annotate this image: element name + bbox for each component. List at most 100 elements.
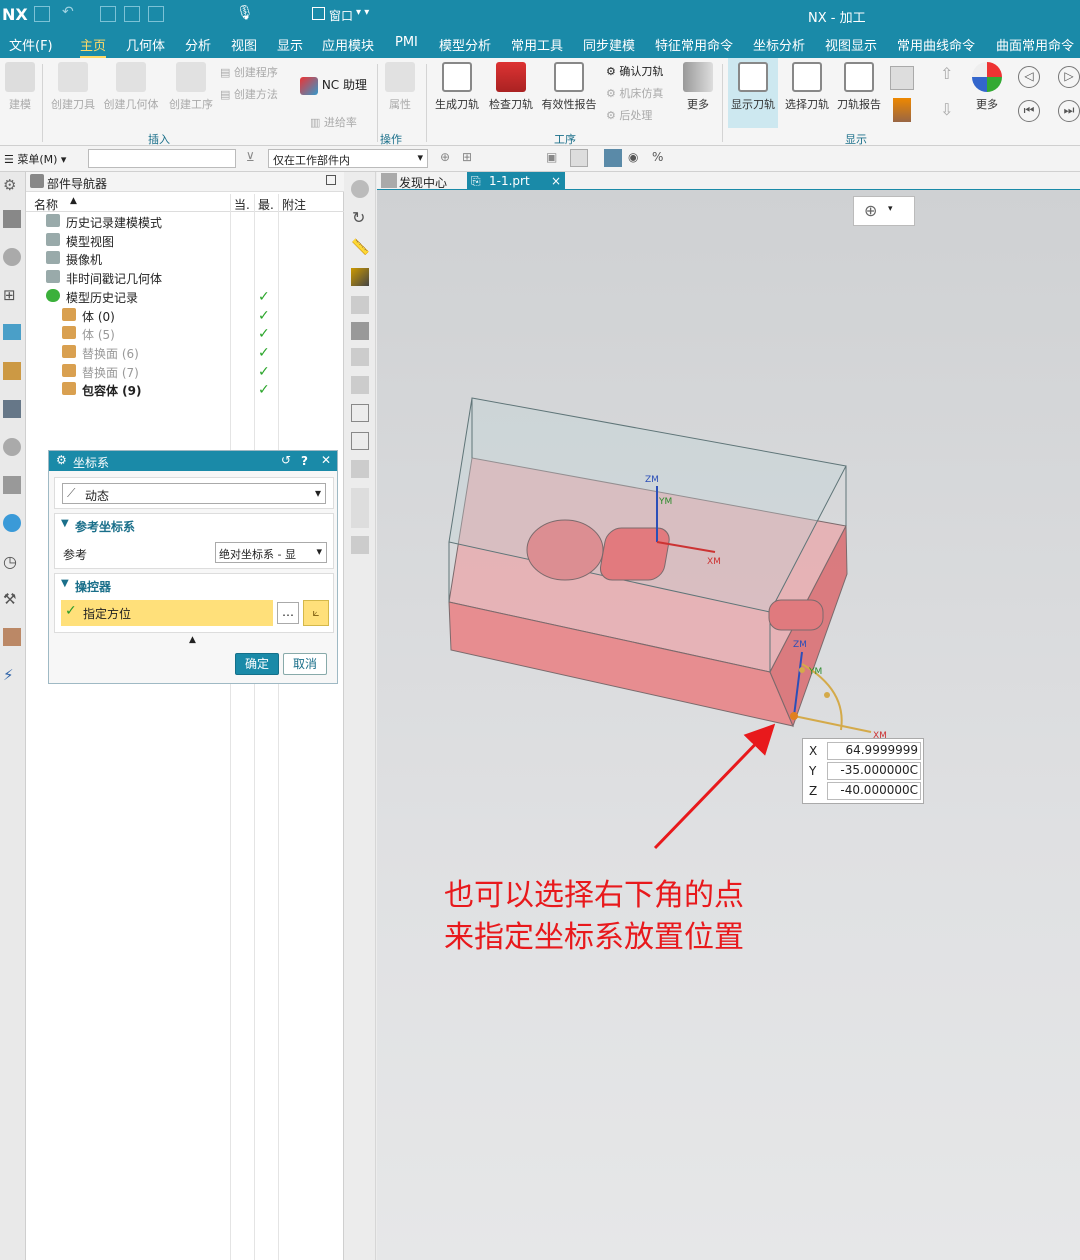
reset-icon[interactable]: ↺ <box>281 453 291 467</box>
path-report-button[interactable]: 刀轨报告 <box>834 62 884 112</box>
history-icon[interactable]: ◷ <box>3 552 17 571</box>
list-strip-icon[interactable] <box>351 488 369 528</box>
tree-node[interactable]: 模型历史记录 ✓ <box>26 287 336 306</box>
feature-icon[interactable] <box>351 296 369 314</box>
menu-model-analysis[interactable]: 模型分析 <box>439 35 491 54</box>
menu-home[interactable]: 主页 <box>80 35 107 58</box>
ref-section-title[interactable]: 参考坐标系 <box>75 518 135 535</box>
col-current[interactable]: 当. <box>234 196 250 213</box>
path-list-icon[interactable] <box>351 432 369 450</box>
path-icon[interactable] <box>351 404 369 422</box>
assembly-icon[interactable] <box>3 248 21 266</box>
menu-application[interactable]: 应用模块 <box>322 35 374 54</box>
previous-icon[interactable]: ◁ <box>1018 66 1040 88</box>
tree-icon[interactable] <box>3 400 21 418</box>
coord-x-input[interactable]: 64.9999999 <box>827 742 921 760</box>
menu-button[interactable]: ☰ 菜单(M) ▾ <box>4 151 66 167</box>
filter-icon[interactable]: ⊻ <box>246 150 255 164</box>
save-icon[interactable] <box>34 6 50 22</box>
measure-icon[interactable]: 📏 <box>351 238 370 256</box>
cube-icon[interactable]: ▣ <box>546 150 557 164</box>
help-icon[interactable]: ? <box>301 454 308 468</box>
menu-curve-commands[interactable]: 常用曲线命令 <box>897 35 975 54</box>
tree-node[interactable]: 模型视图 <box>26 231 336 250</box>
roles-icon[interactable] <box>3 476 21 494</box>
manip-section-title[interactable]: 操控器 <box>75 578 111 595</box>
menu-feature-commands[interactable]: 特征常用命令 <box>655 35 733 54</box>
tab-part-file[interactable]: ⎘ 1-1.prt × <box>467 172 565 191</box>
menu-analysis[interactable]: 分析 <box>185 35 211 54</box>
col-note[interactable]: 附注 <box>282 196 306 213</box>
tab-discovery[interactable]: 发现中心 <box>399 174 447 191</box>
tools-icon[interactable]: ⚒ <box>3 590 16 608</box>
tool-display-icon[interactable] <box>893 98 911 122</box>
snap-icon[interactable]: ⊕ <box>440 150 450 164</box>
sphere-icon[interactable] <box>3 438 21 456</box>
build-button[interactable]: 建模 <box>2 62 38 112</box>
tab-close-icon[interactable]: × <box>551 174 561 188</box>
first-icon[interactable]: ⏮ <box>1018 100 1040 122</box>
dialog-close-icon[interactable]: ✕ <box>321 453 331 467</box>
select-path-button[interactable]: 选择刀轨 <box>782 62 832 112</box>
menu-geometry[interactable]: 几何体 <box>126 35 165 54</box>
display-option-icon[interactable] <box>890 66 914 90</box>
feed-rate-button[interactable]: ▥ 进给率 <box>310 114 357 130</box>
report-icon[interactable] <box>351 536 369 554</box>
transform-icon[interactable] <box>351 460 369 478</box>
ref-section-toggle-icon[interactable]: ▼ <box>61 518 69 529</box>
wizard-icon[interactable]: ⚡ <box>3 666 14 684</box>
copy-object-icon[interactable] <box>351 348 369 366</box>
menu-common-tools[interactable]: 常用工具 <box>511 35 563 54</box>
web-icon[interactable] <box>3 514 21 532</box>
postprocess-button[interactable]: ⚙ 后处理 <box>606 107 652 123</box>
cut-icon[interactable] <box>100 6 116 22</box>
nc-assist-button[interactable]: NC 助理 <box>300 76 367 95</box>
arrow-up-icon[interactable]: ⇧ <box>940 64 953 83</box>
copy-icon[interactable] <box>124 6 140 22</box>
machine-icon[interactable] <box>3 628 21 646</box>
show-path-button[interactable]: 显示刀轨 <box>728 58 778 128</box>
point-dialog-icon[interactable]: … <box>277 602 299 624</box>
tree-node[interactable]: 体 (0) ✓ <box>26 306 336 325</box>
csys-dialog-icon[interactable]: ⟀ <box>303 600 329 626</box>
col-name[interactable]: 名称 <box>34 196 58 213</box>
layer-icon[interactable] <box>351 322 369 340</box>
attributes-button[interactable]: 属性 <box>382 62 418 112</box>
undo-icon[interactable]: ↶ <box>62 4 74 20</box>
percent-icon[interactable]: % <box>652 150 663 164</box>
tree-node[interactable]: 包容体 (9) ✓ <box>26 380 336 399</box>
specify-orientation-row[interactable]: ✓ 指定方位 <box>61 600 273 626</box>
create-method-button[interactable]: ▤ 创建方法 <box>220 86 278 102</box>
machine-sim-button[interactable]: ⚙ 机床仿真 <box>606 85 663 101</box>
tree-node[interactable]: 替换面 (6) ✓ <box>26 343 336 362</box>
tree-node[interactable]: 体 (5) ✓ <box>26 324 336 343</box>
maximize-icon[interactable] <box>326 175 336 185</box>
select-icon[interactable]: ⊞ <box>462 150 472 164</box>
settings-icon[interactable]: ⚙ <box>3 176 16 194</box>
tree-node[interactable]: 摄像机 <box>26 249 336 268</box>
col-latest[interactable]: 最. <box>258 196 274 213</box>
arrow-down-icon[interactable]: ⇩ <box>940 100 953 119</box>
menu-sync-modeling[interactable]: 同步建模 <box>583 35 635 54</box>
generate-path-button[interactable]: 生成刀轨 <box>432 62 482 112</box>
coord-z-input[interactable]: -40.000000C <box>827 782 921 800</box>
last-icon[interactable]: ⏭ <box>1058 100 1080 122</box>
sphere-select-icon[interactable] <box>351 180 369 198</box>
manip-section-toggle-icon[interactable]: ▼ <box>61 578 69 589</box>
tool-library-icon[interactable] <box>3 362 21 380</box>
menu-surface-commands[interactable]: 曲面常用命令 <box>996 35 1074 54</box>
ref-csys-select[interactable]: 绝对坐标系 - 显 ▾ <box>215 542 327 563</box>
machine-navigator-icon[interactable] <box>3 324 21 340</box>
rotate-icon[interactable]: ↻ <box>352 208 365 227</box>
menu-pmi[interactable]: PMI <box>395 35 418 50</box>
operation-navigator-icon[interactable]: ⊞ <box>3 286 16 304</box>
coord-y-input[interactable]: -35.000000C <box>827 762 921 780</box>
sort-icon[interactable]: ▲ <box>70 196 77 206</box>
ok-button[interactable]: 确定 <box>235 653 279 675</box>
verify-path-button[interactable]: 检查刀轨 <box>486 62 536 112</box>
confirm-path-button[interactable]: ⚙ 确认刀轨 <box>606 63 663 79</box>
more-display-button[interactable]: 更多 <box>968 62 1006 112</box>
window-menu[interactable]: 窗口 <box>329 7 353 24</box>
edit-object-icon[interactable] <box>351 376 369 394</box>
menu-file[interactable]: 文件(F) <box>9 35 53 54</box>
